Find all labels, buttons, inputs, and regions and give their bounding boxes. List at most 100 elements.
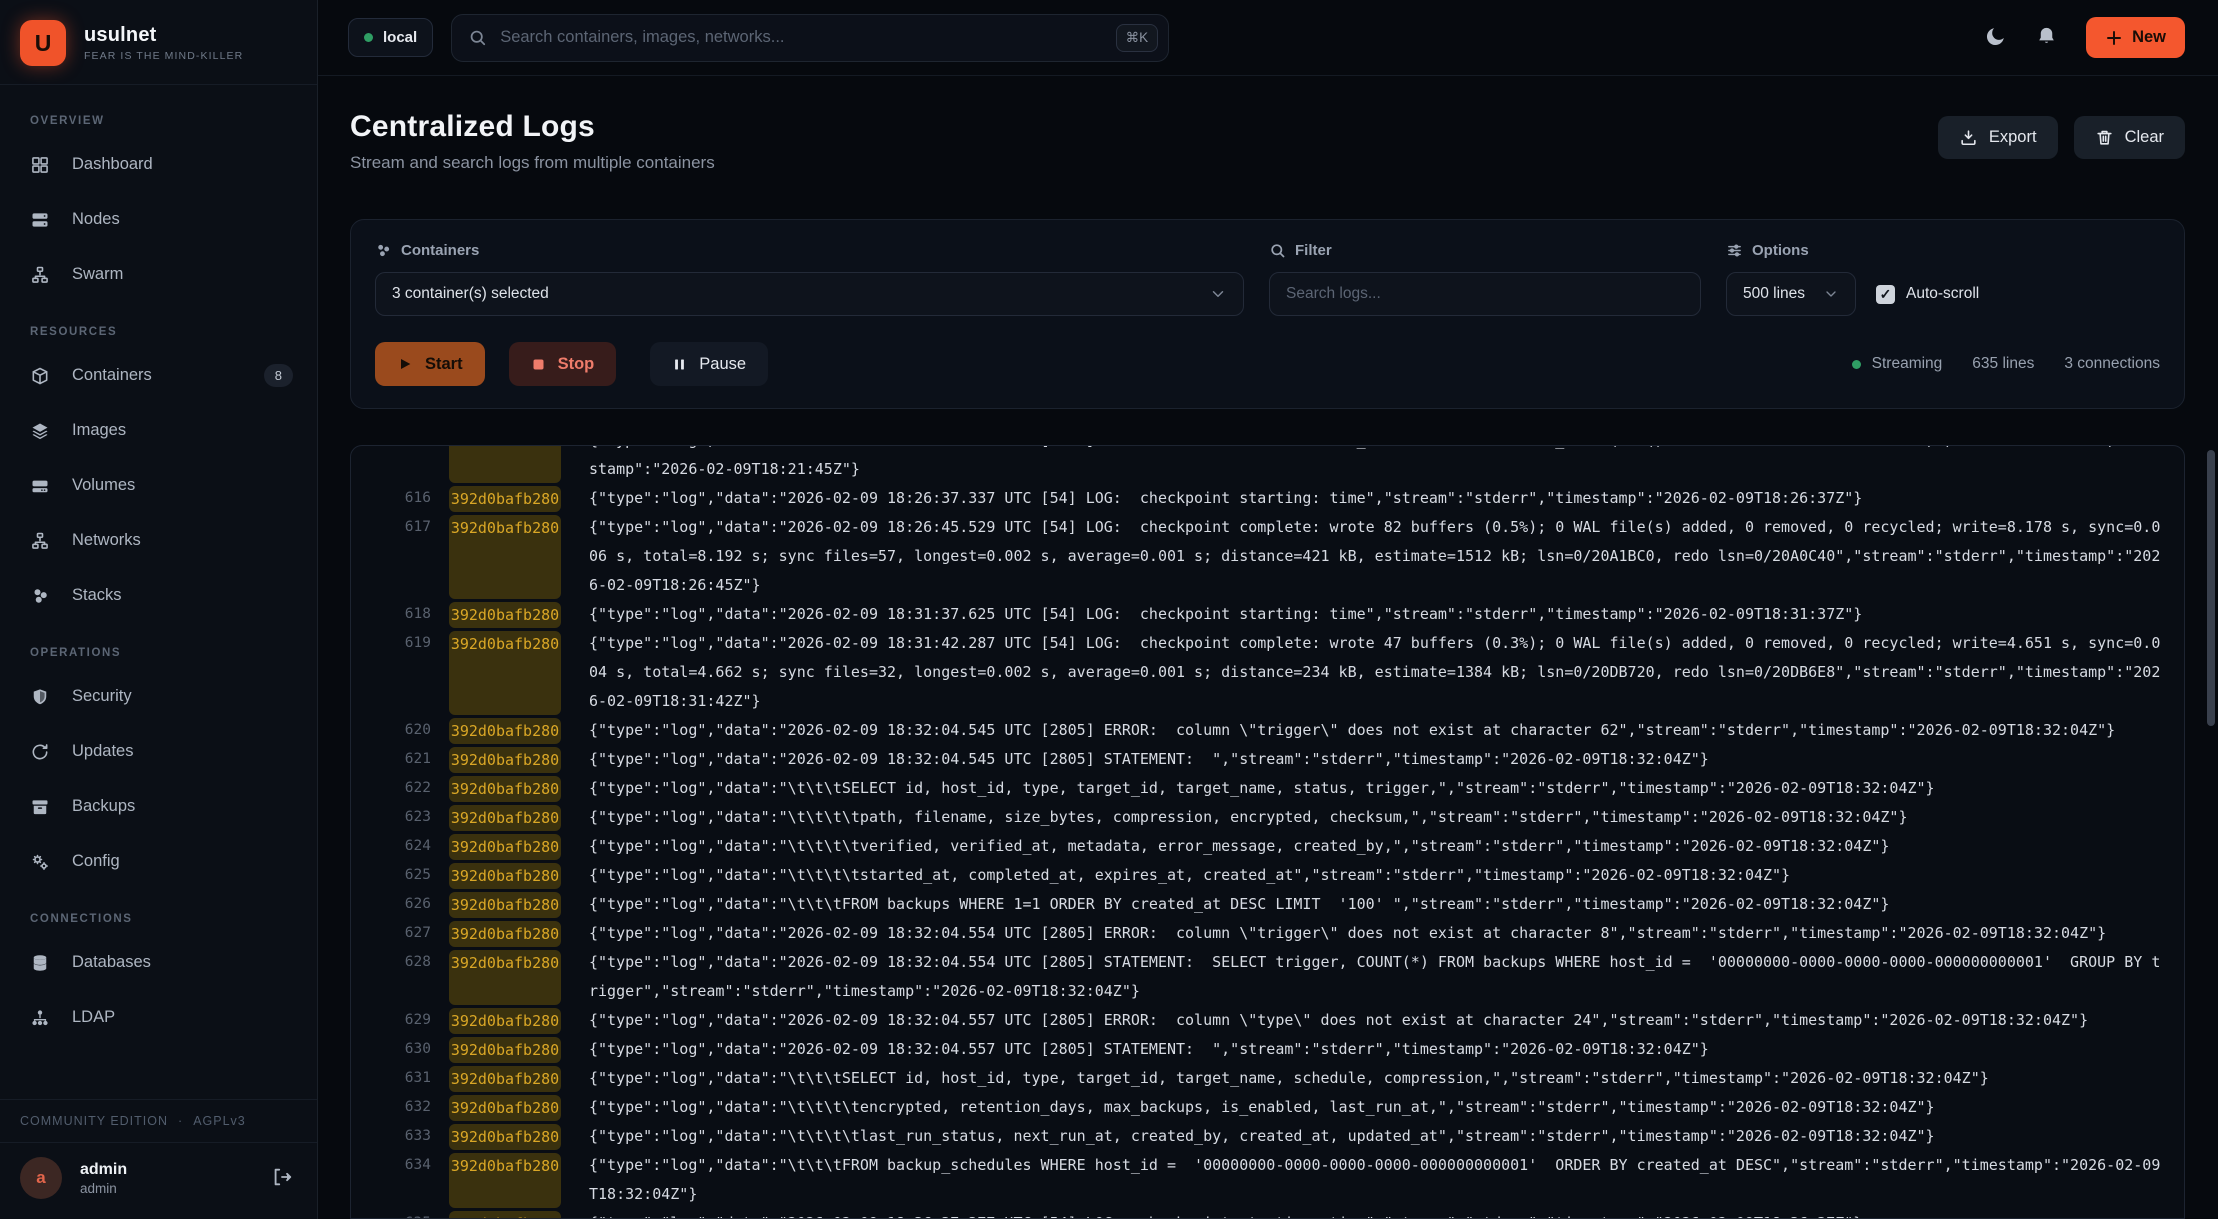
log-panel[interactable]: 615392d0bafb280{"type":"log","data":"202…: [350, 445, 2185, 1219]
sidebar-item-security[interactable]: Security: [0, 669, 317, 724]
sidebar-item-label: Networks: [72, 531, 141, 550]
container-id-badge[interactable]: 392d0bafb280: [449, 515, 561, 599]
sidebar-item-nodes[interactable]: Nodes: [0, 192, 317, 247]
lines-select[interactable]: 500 lines: [1726, 272, 1856, 316]
container-id-badge[interactable]: 392d0bafb280: [449, 602, 561, 628]
sidebar-item-updates[interactable]: Updates: [0, 724, 317, 779]
environment-badge[interactable]: local: [348, 18, 433, 57]
container-id-badge[interactable]: 392d0bafb280: [449, 892, 561, 918]
sidebar-item-volumes[interactable]: Volumes: [0, 458, 317, 513]
container-id-badge[interactable]: 392d0bafb280: [449, 718, 561, 744]
export-button[interactable]: Export: [1938, 116, 2058, 159]
sidebar-item-networks[interactable]: Networks: [0, 513, 317, 568]
log-row: 634392d0bafb280{"type":"log","data":"\t\…: [395, 1151, 2184, 1209]
sidebar-nav: OVERVIEWDashboardNodesSwarmRESOURCESCont…: [0, 85, 317, 1099]
container-id-badge[interactable]: 392d0bafb280: [449, 921, 561, 947]
container-id-badge[interactable]: 392d0bafb280: [449, 1095, 561, 1121]
user-row[interactable]: a admin admin: [0, 1142, 317, 1219]
log-line-number: 623: [395, 803, 431, 832]
sidebar-item-databases[interactable]: Databases: [0, 935, 317, 990]
log-message: {"type":"log","data":"\t\t\t\tstarted_at…: [589, 861, 2160, 890]
search-input[interactable]: [500, 28, 1102, 47]
nav-section-label: OVERVIEW: [0, 91, 317, 137]
sidebar-item-label: Updates: [72, 742, 133, 761]
container-id-badge[interactable]: 392d0bafb280: [449, 1211, 561, 1219]
sidebar-item-label: Databases: [72, 953, 151, 972]
pause-button[interactable]: Pause: [650, 342, 768, 386]
container-id-badge[interactable]: 392d0bafb280: [449, 1066, 561, 1092]
sidebar-item-swarm[interactable]: Swarm: [0, 247, 317, 302]
sidebar-item-images[interactable]: Images: [0, 403, 317, 458]
theme-toggle-button[interactable]: [1984, 25, 2007, 51]
filters-row: Containers 3 container(s) selected: [375, 242, 2160, 316]
nav-section-label: OPERATIONS: [0, 623, 317, 669]
log-message: {"type":"log","data":"\t\t\tSELECT id, h…: [589, 1064, 2160, 1093]
notifications-button[interactable]: [2035, 25, 2058, 51]
log-line-number: 624: [395, 832, 431, 861]
log-filter: Filter: [1269, 242, 1701, 316]
sidebar-item-containers[interactable]: Containers8: [0, 348, 317, 403]
container-id-badge[interactable]: 392d0bafb280: [449, 805, 561, 831]
container-id-badge[interactable]: 392d0bafb280: [449, 834, 561, 860]
log-line-number: 617: [395, 513, 431, 542]
boxes-icon: [375, 242, 392, 259]
container-id-badge[interactable]: 392d0bafb280: [449, 631, 561, 715]
nav-section-label: CONNECTIONS: [0, 889, 317, 935]
container-id-badge[interactable]: 392d0bafb280: [449, 1124, 561, 1150]
log-controls-card: Containers 3 container(s) selected: [350, 219, 2185, 409]
server-icon: [30, 210, 50, 230]
chevron-down-icon: [1209, 285, 1227, 303]
sidebar-item-config[interactable]: Config: [0, 834, 317, 889]
plus-icon: [2105, 29, 2123, 47]
containers-select[interactable]: 3 container(s) selected: [375, 272, 1244, 316]
container-id-badge[interactable]: 392d0bafb280: [449, 1008, 561, 1034]
avatar: a: [20, 1157, 62, 1199]
chevron-down-icon: [1823, 286, 1839, 302]
sidebar-item-backups[interactable]: Backups: [0, 779, 317, 834]
user-role: admin: [80, 1181, 127, 1196]
containers-count-badge: 8: [264, 364, 293, 387]
clear-button[interactable]: Clear: [2074, 116, 2185, 159]
license-label: AGPLv3: [193, 1114, 246, 1128]
log-row: 617392d0bafb280{"type":"log","data":"202…: [395, 513, 2184, 600]
log-message: {"type":"log","data":"\t\t\tFROM backup_…: [589, 1151, 2160, 1209]
sidebar-item-stacks[interactable]: Stacks: [0, 568, 317, 623]
container-id-badge[interactable]: 392d0bafb280: [449, 863, 561, 889]
container-id-badge[interactable]: 392d0bafb280: [449, 1037, 561, 1063]
container-id-badge[interactable]: 392d0bafb280: [449, 486, 561, 512]
log-row: 630392d0bafb280{"type":"log","data":"202…: [395, 1035, 2184, 1064]
container-id-badge[interactable]: 392d0bafb280: [449, 1153, 561, 1208]
stop-button[interactable]: Stop: [509, 342, 617, 386]
sidebar-item-dashboard[interactable]: Dashboard: [0, 137, 317, 192]
log-row: 620392d0bafb280{"type":"log","data":"202…: [395, 716, 2184, 745]
log-filter-input[interactable]: [1269, 272, 1701, 316]
container-id-badge[interactable]: 392d0bafb280: [449, 747, 561, 773]
container-id-badge[interactable]: 392d0bafb280: [449, 950, 561, 1005]
container-id-badge[interactable]: 392d0bafb280: [449, 445, 561, 483]
autoscroll-checkbox[interactable]: [1876, 285, 1895, 304]
start-button[interactable]: Start: [375, 342, 485, 386]
log-message: {"type":"log","data":"2026-02-09 18:31:3…: [589, 600, 2160, 629]
pause-icon: [672, 357, 687, 372]
sidebar-item-ldap[interactable]: LDAP: [0, 990, 317, 1045]
scrollbar-thumb[interactable]: [2207, 450, 2215, 726]
autoscroll-toggle[interactable]: Auto-scroll: [1876, 285, 1979, 304]
refresh-icon: [30, 742, 50, 762]
log-row: 627392d0bafb280{"type":"log","data":"202…: [395, 919, 2184, 948]
container-id-badge[interactable]: 392d0bafb280: [449, 776, 561, 802]
app-logo[interactable]: U: [20, 20, 66, 66]
log-message: {"type":"log","data":"\t\t\t\tencrypted,…: [589, 1093, 2160, 1122]
log-row: 619392d0bafb280{"type":"log","data":"202…: [395, 629, 2184, 716]
download-icon: [1959, 128, 1978, 147]
new-button[interactable]: New: [2086, 17, 2185, 58]
log-message: {"type":"log","data":"2026-02-09 18:21:4…: [589, 445, 2160, 484]
log-line-number: 635: [395, 1209, 431, 1219]
logout-button[interactable]: [271, 1166, 293, 1191]
bell-icon: [2035, 25, 2058, 51]
topbar-actions: New: [1984, 17, 2185, 58]
sidebar: U usulnet FEAR IS THE MIND-KILLER OVERVI…: [0, 0, 318, 1219]
log-line-number: 625: [395, 861, 431, 890]
global-search[interactable]: ⌘K: [451, 14, 1169, 62]
log-message: {"type":"log","data":"2026-02-09 18:32:0…: [589, 1035, 2160, 1064]
log-line-number: 626: [395, 890, 431, 919]
